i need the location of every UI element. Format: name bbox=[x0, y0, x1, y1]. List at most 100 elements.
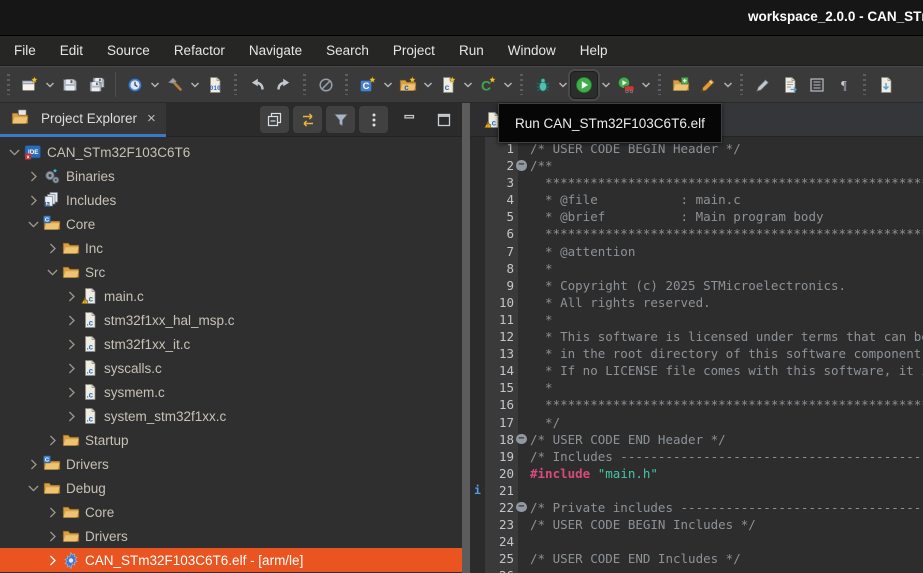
fold-collapse-icon[interactable]: − bbox=[516, 160, 527, 171]
new-wizard-icon[interactable] bbox=[17, 71, 42, 98]
chevron-down-icon[interactable] bbox=[6, 144, 23, 161]
new-class-icon[interactable]: C bbox=[475, 71, 500, 98]
tree-item-core[interactable]: CCore bbox=[0, 212, 462, 236]
filter-icon[interactable] bbox=[326, 106, 355, 133]
dropdown-chevron-icon[interactable] bbox=[501, 71, 514, 98]
dropdown-chevron-icon[interactable] bbox=[381, 71, 394, 98]
save-icon[interactable] bbox=[57, 71, 82, 98]
dropdown-chevron-icon[interactable] bbox=[148, 71, 161, 98]
dropdown-chevron-icon[interactable] bbox=[461, 71, 474, 98]
tree-item-inc[interactable]: Inc bbox=[0, 236, 462, 260]
tree-item-system-stm32f1xx-c[interactable]: .csystem_stm32f1xx.c bbox=[0, 404, 462, 428]
svg-text:C: C bbox=[362, 81, 369, 92]
panel-sash[interactable] bbox=[462, 103, 470, 573]
view-menu-icon[interactable] bbox=[359, 106, 388, 133]
chevron-right-icon[interactable] bbox=[44, 528, 61, 545]
info-annotation-icon: i bbox=[470, 482, 485, 499]
external-tools-icon[interactable] bbox=[695, 71, 720, 98]
collapse-all-icon[interactable] bbox=[260, 106, 289, 133]
chevron-right-icon[interactable] bbox=[63, 360, 80, 377]
chevron-right-icon[interactable] bbox=[44, 504, 61, 521]
close-icon[interactable]: × bbox=[147, 111, 156, 126]
chevron-right-icon[interactable] bbox=[63, 336, 80, 353]
dropdown-chevron-icon[interactable] bbox=[639, 71, 652, 98]
dropdown-chevron-icon[interactable] bbox=[421, 71, 434, 98]
new-c-project-icon[interactable]: C bbox=[355, 71, 380, 98]
menu-help[interactable]: Help bbox=[568, 36, 620, 65]
chevron-right-icon[interactable] bbox=[63, 288, 80, 305]
chevron-down-icon[interactable] bbox=[25, 216, 42, 233]
chevron-right-icon[interactable] bbox=[25, 168, 42, 185]
save-all-icon[interactable] bbox=[84, 71, 109, 98]
chevron-right-icon[interactable] bbox=[44, 240, 61, 257]
device-config-icon[interactable] bbox=[122, 71, 147, 98]
menu-source[interactable]: Source bbox=[95, 36, 162, 65]
build-icon[interactable] bbox=[162, 71, 187, 98]
menu-edit[interactable]: Edit bbox=[48, 36, 95, 65]
dropdown-chevron-icon[interactable] bbox=[721, 71, 734, 98]
chevron-right-icon[interactable] bbox=[25, 456, 42, 473]
tree-item-stm32f1xx-hal-msp-c[interactable]: .cstm32f1xx_hal_msp.c bbox=[0, 308, 462, 332]
run-icon[interactable] bbox=[570, 71, 598, 99]
dropdown-chevron-icon[interactable] bbox=[43, 71, 56, 98]
tree-item-includes[interactable]: hIncludes bbox=[0, 188, 462, 212]
chevron-right-icon[interactable] bbox=[25, 192, 42, 209]
code-editor[interactable]: 1/* USER CODE BEGIN Header */2−/**3 ****… bbox=[470, 137, 923, 573]
tree-item-stm32f1xx-it-c[interactable]: .cstm32f1xx_it.c bbox=[0, 332, 462, 356]
dropdown-chevron-icon[interactable] bbox=[556, 71, 569, 98]
menu-file[interactable]: File bbox=[2, 36, 48, 65]
import-icon[interactable] bbox=[668, 71, 693, 98]
maximize-icon[interactable] bbox=[432, 108, 456, 132]
menu-window[interactable]: Window bbox=[496, 36, 568, 65]
fold-collapse-icon[interactable]: − bbox=[516, 502, 527, 513]
show-annotations-icon[interactable] bbox=[804, 71, 829, 98]
new-c-folder-icon[interactable]: c bbox=[395, 71, 420, 98]
mark-occurrences-icon[interactable] bbox=[750, 71, 775, 98]
tree-item-core[interactable]: Core bbox=[0, 500, 462, 524]
tree-item-can-stm32f103c6t6[interactable]: IDExCAN_STm32F103C6T6 bbox=[0, 140, 462, 164]
build-binary-icon[interactable]: 010 bbox=[202, 71, 227, 98]
tree-item-startup[interactable]: Startup bbox=[0, 428, 462, 452]
chevron-right-icon[interactable] bbox=[44, 552, 61, 569]
menu-project[interactable]: Project bbox=[381, 36, 447, 65]
open-element-icon[interactable] bbox=[873, 71, 898, 98]
menu-run[interactable]: Run bbox=[447, 36, 496, 65]
skip-breakpoints-icon[interactable] bbox=[313, 71, 338, 98]
profile-icon[interactable] bbox=[613, 71, 638, 98]
back-history-icon[interactable] bbox=[244, 71, 269, 98]
tree-item-debug[interactable]: Debug bbox=[0, 476, 462, 500]
minimize-icon[interactable] bbox=[398, 108, 422, 132]
chevron-right-icon[interactable] bbox=[44, 432, 61, 449]
menu-refactor[interactable]: Refactor bbox=[162, 36, 237, 65]
menu-navigate[interactable]: Navigate bbox=[237, 36, 314, 65]
code-token: #include bbox=[530, 466, 590, 481]
tree-item-drivers[interactable]: Drivers bbox=[0, 524, 462, 548]
chevron-right-icon[interactable] bbox=[63, 408, 80, 425]
chevron-down-icon[interactable] bbox=[25, 480, 42, 497]
new-c-file-icon[interactable]: c bbox=[435, 71, 460, 98]
line-number: 23 bbox=[485, 516, 514, 533]
tree-item-src[interactable]: Src bbox=[0, 260, 462, 284]
chevron-down-icon[interactable] bbox=[44, 264, 61, 281]
fold-collapse-icon[interactable]: − bbox=[516, 434, 527, 445]
svg-text:¶: ¶ bbox=[841, 78, 847, 92]
tree-item-sysmem-c[interactable]: .csysmem.c bbox=[0, 380, 462, 404]
chevron-right-icon[interactable] bbox=[63, 384, 80, 401]
tree-item-label: Startup bbox=[85, 433, 135, 448]
tree-item-binaries[interactable]: Binaries bbox=[0, 164, 462, 188]
tree-item-can-stm32f103c6t6-elf-arm-le-[interactable]: CAN_STm32F103C6T6.elf - [arm/le] bbox=[0, 548, 462, 572]
chevron-right-icon[interactable] bbox=[63, 312, 80, 329]
menu-search[interactable]: Search bbox=[314, 36, 381, 65]
dropdown-chevron-icon[interactable] bbox=[188, 71, 201, 98]
link-editor-icon[interactable] bbox=[293, 106, 322, 133]
dropdown-chevron-icon[interactable] bbox=[599, 71, 612, 98]
forward-history-icon[interactable] bbox=[271, 71, 296, 98]
tab-project-explorer[interactable]: Project Explorer × bbox=[0, 103, 166, 137]
tree-item-syscalls-c[interactable]: .csyscalls.c bbox=[0, 356, 462, 380]
debug-icon[interactable] bbox=[530, 71, 555, 98]
svg-text:010: 010 bbox=[209, 84, 220, 91]
link-annotations-icon[interactable] bbox=[777, 71, 802, 98]
tree-item-main-c[interactable]: .c!main.c bbox=[0, 284, 462, 308]
show-whitespace-icon[interactable]: ¶ bbox=[831, 71, 856, 98]
tree-item-drivers[interactable]: CDrivers bbox=[0, 452, 462, 476]
